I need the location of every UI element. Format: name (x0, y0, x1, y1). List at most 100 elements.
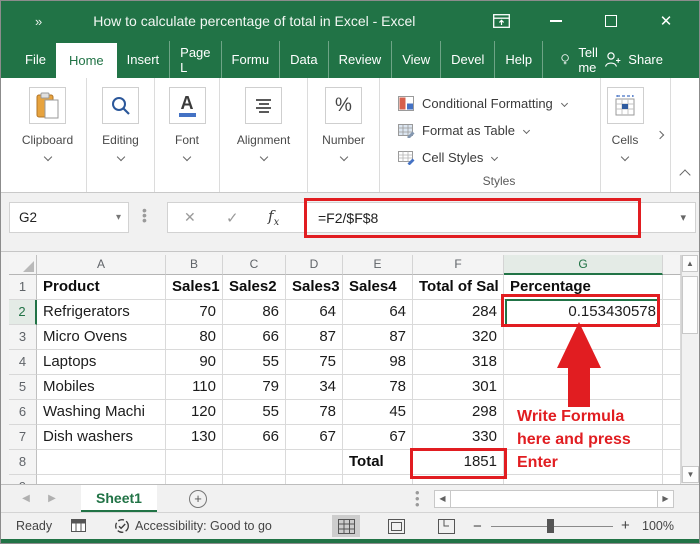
sheet-tab-sheet1[interactable]: Sheet1 (81, 485, 157, 512)
cell-F4[interactable]: 318 (413, 350, 504, 375)
cell-styles-button[interactable]: Cell Styles (398, 144, 499, 171)
share-button[interactable]: Share (604, 41, 663, 78)
zoom-level-label[interactable]: 100% (642, 519, 674, 533)
cell-D8[interactable] (286, 450, 343, 475)
zoom-out-button[interactable]: − (473, 518, 482, 535)
cells-expand-button[interactable] (649, 78, 671, 192)
cell-D2[interactable]: 64 (286, 300, 343, 325)
cell-D3[interactable]: 87 (286, 325, 343, 350)
scroll-left-icon[interactable]: ◀ (434, 490, 451, 508)
cell-E9[interactable] (343, 475, 413, 484)
vertical-scrollbar[interactable]: ▲ ▼ (681, 255, 699, 483)
sheet-nav-left-icon[interactable]: ◀ (13, 493, 39, 504)
cell-B5[interactable]: 110 (166, 375, 223, 400)
tab-file[interactable]: File (15, 41, 56, 78)
horizontal-scrollbar[interactable]: ◀ ▶ (434, 490, 674, 508)
row-header-4[interactable]: 4 (9, 350, 37, 375)
cell-E5[interactable]: 78 (343, 375, 413, 400)
cell-C2[interactable]: 86 (223, 300, 286, 325)
horizontal-scrollbar-thumb[interactable] (451, 490, 657, 508)
format-as-table-button[interactable]: Format as Table (398, 117, 531, 144)
cell-F7[interactable]: 330 (413, 425, 504, 450)
vertical-scrollbar-thumb[interactable] (682, 276, 698, 334)
cell-B4[interactable]: 90 (166, 350, 223, 375)
enter-icon[interactable]: ✓ (226, 209, 239, 227)
scroll-up-icon[interactable]: ▲ (682, 255, 698, 272)
tab-home[interactable]: Home (55, 43, 117, 78)
expand-formula-bar-icon[interactable]: ▾ (680, 211, 686, 224)
cell-E4[interactable]: 98 (343, 350, 413, 375)
col-header-B[interactable]: B (166, 255, 223, 275)
tab-devel[interactable]: Devel (441, 41, 496, 78)
new-sheet-button[interactable]: + (189, 489, 207, 508)
scroll-down-icon[interactable]: ▼ (682, 466, 699, 483)
cell-A8[interactable] (37, 450, 166, 475)
maximize-button[interactable] (598, 10, 624, 32)
cell-D7[interactable]: 67 (286, 425, 343, 450)
cell-C5[interactable]: 79 (223, 375, 286, 400)
cell-B6[interactable]: 120 (166, 400, 223, 425)
cell-C8[interactable] (223, 450, 286, 475)
cell-E1[interactable]: Sales4 (343, 275, 413, 300)
row-header-3[interactable]: 3 (9, 325, 37, 350)
tell-me-button[interactable]: Tell me (561, 41, 604, 78)
cell-C7[interactable]: 66 (223, 425, 286, 450)
cell-B7[interactable]: 130 (166, 425, 223, 450)
page-layout-view-button[interactable] (382, 515, 410, 537)
col-header-D[interactable]: D (286, 255, 343, 275)
row-header-5[interactable]: 5 (9, 375, 37, 400)
cell-C3[interactable]: 66 (223, 325, 286, 350)
cell-E7[interactable]: 67 (343, 425, 413, 450)
cell-A4[interactable]: Laptops (37, 350, 166, 375)
number-group-button[interactable]: % Number (308, 78, 380, 192)
accessibility-status[interactable]: Accessibility: Good to go (114, 518, 272, 534)
col-header-A[interactable]: A (37, 255, 166, 275)
scroll-right-icon[interactable]: ▶ (657, 490, 674, 508)
cancel-icon[interactable]: ✕ (184, 209, 196, 226)
row-header-7[interactable]: 7 (9, 425, 37, 450)
page-break-preview-button[interactable] (432, 515, 460, 537)
row-header-8[interactable]: 8 (9, 450, 37, 475)
cell-D4[interactable]: 75 (286, 350, 343, 375)
editing-group-button[interactable]: Editing (87, 78, 155, 192)
cell-F3[interactable]: 320 (413, 325, 504, 350)
col-header-G[interactable]: G (504, 255, 663, 275)
cell-F5[interactable]: 301 (413, 375, 504, 400)
cell-A7[interactable]: Dish washers (37, 425, 166, 450)
tab-help[interactable]: Help (495, 41, 544, 78)
row-header-9[interactable]: 9 (9, 475, 37, 484)
col-header-E[interactable]: E (343, 255, 413, 275)
ribbon-display-options-icon[interactable] (488, 10, 514, 32)
cells-group-button[interactable]: Cells (601, 78, 649, 192)
cell-C6[interactable]: 55 (223, 400, 286, 425)
cell-B1[interactable]: Sales1 (166, 275, 223, 300)
cell-A3[interactable]: Micro Ovens (37, 325, 166, 350)
insert-function-icon[interactable]: fx (268, 207, 279, 228)
normal-view-button[interactable] (332, 515, 360, 537)
cell-A5[interactable]: Mobiles (37, 375, 166, 400)
cell-F6[interactable]: 298 (413, 400, 504, 425)
row-header-6[interactable]: 6 (9, 400, 37, 425)
sheet-nav-right-icon[interactable]: ▶ (39, 493, 65, 504)
cell-G9[interactable] (504, 475, 663, 484)
tab-insert[interactable]: Insert (117, 41, 171, 78)
cell-A9[interactable] (37, 475, 166, 484)
cell-D9[interactable] (286, 475, 343, 484)
tab-page-l[interactable]: Page L (170, 41, 222, 78)
collapse-ribbon-button[interactable] (679, 166, 691, 184)
cell-C1[interactable]: Sales2 (223, 275, 286, 300)
cell-D1[interactable]: Sales3 (286, 275, 343, 300)
col-header-C[interactable]: C (223, 255, 286, 275)
cell-C4[interactable]: 55 (223, 350, 286, 375)
name-box[interactable]: G2 ▾ (9, 202, 129, 233)
cell-B8[interactable] (166, 450, 223, 475)
zoom-slider-thumb[interactable] (547, 519, 554, 533)
close-button[interactable]: ✕ (653, 10, 679, 32)
cell-E8[interactable]: Total (343, 450, 413, 475)
cell-D6[interactable]: 78 (286, 400, 343, 425)
row-header-2[interactable]: 2 (9, 300, 37, 325)
col-header-F[interactable]: F (413, 255, 504, 275)
row-header-1[interactable]: 1 (9, 275, 37, 300)
cell-F1[interactable]: Total of Sal (413, 275, 504, 300)
minimize-button[interactable] (543, 10, 569, 32)
